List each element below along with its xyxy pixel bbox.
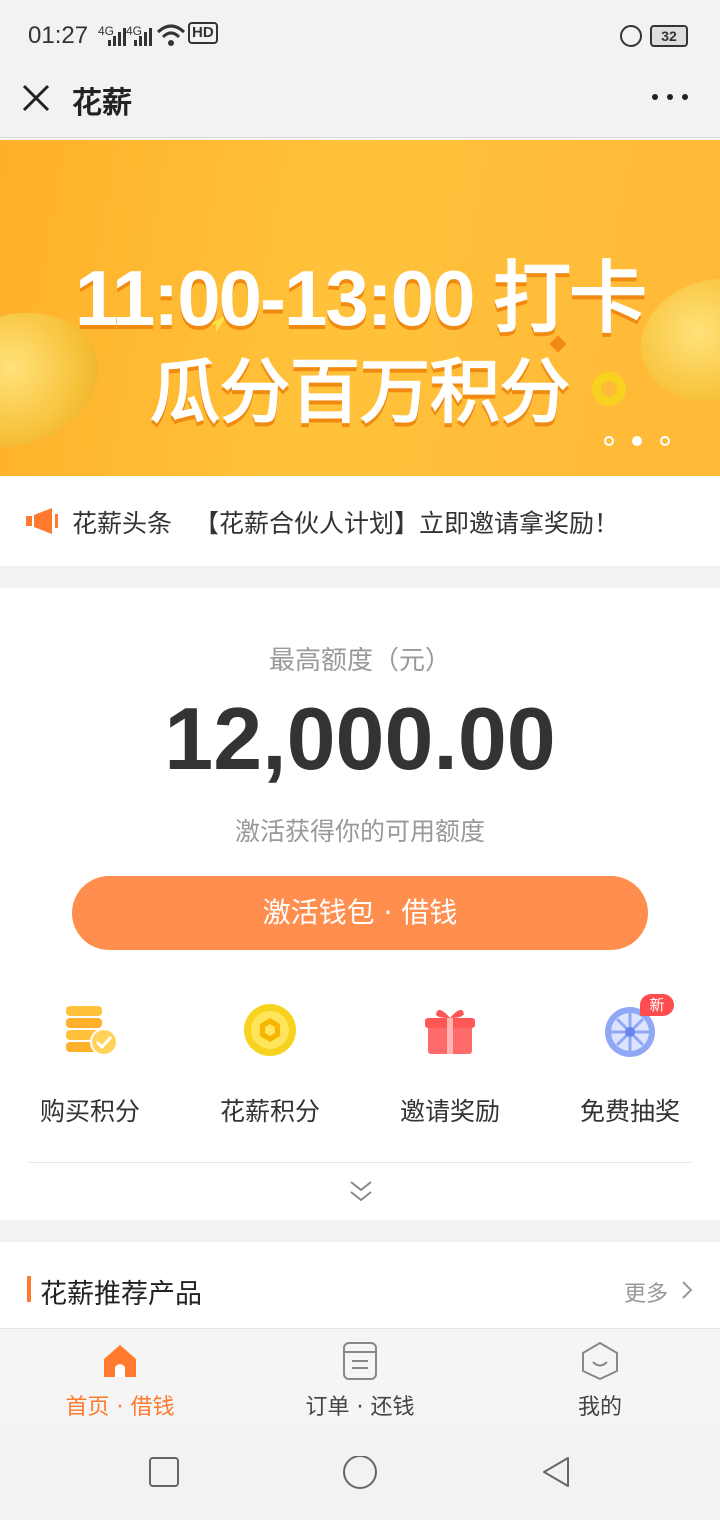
wifi-icon — [156, 24, 186, 46]
new-badge: 新 — [640, 994, 674, 1016]
feature-label: 花薪积分 — [219, 1097, 320, 1126]
status-bar: 01:27 4G 4G HD 32 — [0, 0, 720, 72]
tab-home[interactable]: 首页 · 借钱 — [0, 1329, 240, 1425]
banner-dot-3[interactable] — [660, 436, 670, 446]
coins-check-icon — [66, 1006, 118, 1056]
banner-headline: 11:00-13:00 打卡 — [74, 254, 647, 342]
signal-bars-1-icon — [108, 26, 128, 46]
feature-huaxin-points[interactable]: 花薪积分 — [180, 1002, 360, 1142]
news-text[interactable]: 【花薪合伙人计划】立即邀请拿奖励！ — [194, 504, 619, 540]
tab-orders[interactable]: 订单 · 还钱 — [240, 1329, 480, 1425]
section-title: 花薪推荐产品 — [40, 1279, 202, 1310]
banner-subheadline: 瓜分百万积分 — [150, 351, 570, 433]
feature-label: 免费抽奖 — [579, 1097, 680, 1126]
more-options-icon[interactable] — [650, 86, 690, 106]
back-icon[interactable] — [540, 1456, 572, 1490]
megaphone-icon — [26, 508, 58, 534]
tab-label: 我的 — [577, 1395, 622, 1420]
feature-free-lottery[interactable]: 新 免费抽奖 — [540, 994, 720, 1142]
chevron-right-icon[interactable] — [680, 1280, 694, 1300]
close-icon[interactable] — [20, 82, 52, 114]
hd-icon: HD — [188, 22, 218, 44]
feature-buy-points[interactable]: 购买积分 — [0, 1002, 180, 1142]
tab-label: 首页 · 借钱 — [65, 1395, 175, 1420]
banner-dot-2-active[interactable] — [632, 436, 642, 446]
promo-banner[interactable]: 11:00-13:00 打卡 瓜分百万积分 — [0, 140, 720, 476]
system-nav-bar — [0, 1424, 720, 1520]
app-header: 花薪 — [0, 72, 720, 138]
tab-label: 订单 · 还钱 — [305, 1395, 415, 1420]
gift-icon — [425, 1009, 475, 1054]
recent-apps-icon[interactable] — [148, 1456, 180, 1488]
banner-pagination — [604, 436, 674, 448]
profile-icon — [582, 1342, 618, 1380]
section-accent-bar — [27, 1276, 31, 1302]
home-button-icon[interactable] — [342, 1456, 378, 1492]
tab-profile[interactable]: 我的 — [480, 1329, 720, 1425]
feature-label: 邀请奖励 — [399, 1097, 500, 1126]
more-link[interactable]: 更多 — [624, 1276, 668, 1308]
feature-invite-reward[interactable]: 邀请奖励 — [360, 1002, 540, 1142]
recommended-section-header: 花薪推荐产品 更多 — [0, 1242, 720, 1328]
battery-icon: 32 — [650, 25, 688, 47]
news-ticker[interactable]: 花薪头条 【花薪合伙人计划】立即邀请拿奖励！ — [0, 476, 720, 566]
activate-wallet-button[interactable]: 激活钱包 · 借钱 — [72, 876, 648, 950]
home-icon — [104, 1345, 136, 1377]
quota-amount: 12,000.00 — [164, 689, 556, 788]
status-time: 01:27 — [28, 22, 89, 49]
quota-label: 最高额度（元） — [268, 646, 451, 676]
expand-chevron-icon[interactable] — [348, 1178, 374, 1204]
signal-bars-2-icon — [134, 26, 154, 46]
divider — [28, 1162, 692, 1163]
rotation-lock-icon — [620, 25, 642, 47]
feature-label: 购买积分 — [39, 1097, 140, 1126]
bottom-tab-bar: 首页 · 借钱 订单 · 还钱 我的 — [0, 1328, 720, 1424]
quota-subtitle: 激活获得你的可用额度 — [234, 817, 485, 846]
order-icon — [343, 1342, 377, 1380]
points-coin-icon — [244, 1004, 296, 1056]
page-title: 花薪 — [72, 86, 132, 121]
banner-dot-1[interactable] — [604, 436, 614, 446]
quota-card: 最高额度（元） 12,000.00 激活获得你的可用额度 激活钱包 · 借钱 购… — [0, 588, 720, 1220]
news-tag: 花薪头条 — [72, 509, 173, 538]
